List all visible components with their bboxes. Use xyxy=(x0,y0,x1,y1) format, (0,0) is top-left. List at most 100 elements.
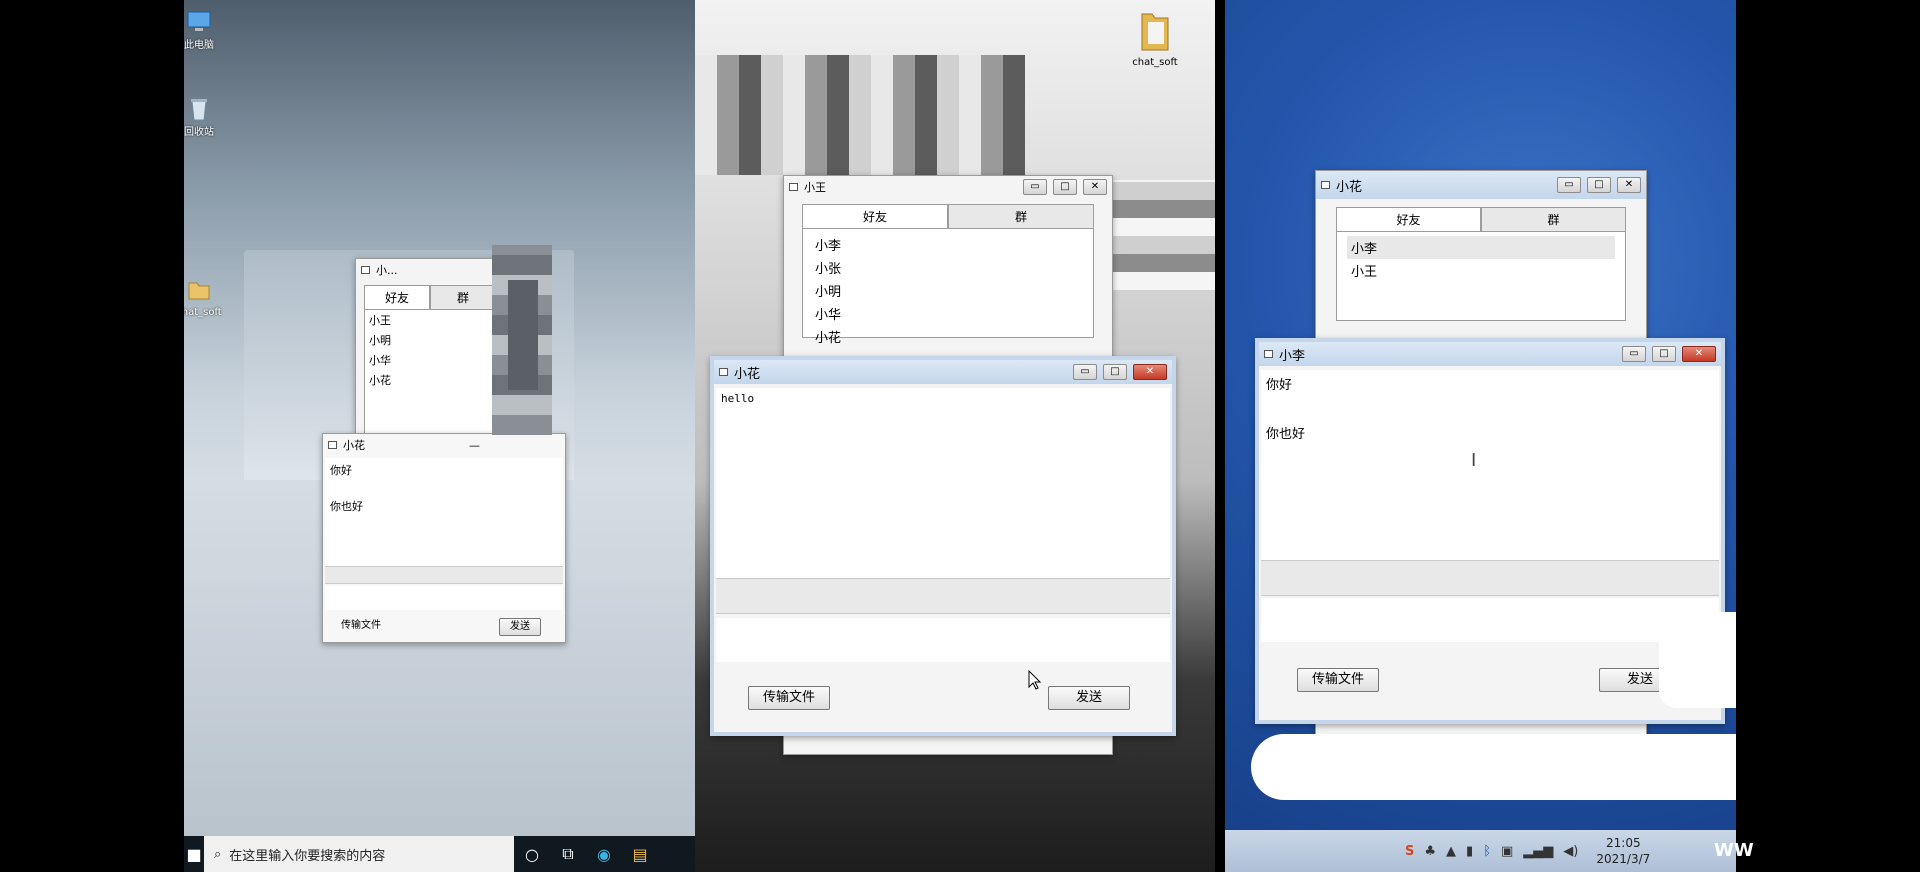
desktop-icon-label: 回收站 xyxy=(184,127,214,138)
title-bar[interactable]: 小花 ▭ □ ✕ xyxy=(1316,171,1646,199)
window-title: 小王 xyxy=(804,181,826,194)
input-divider xyxy=(716,578,1170,614)
window-title: 小花 xyxy=(343,439,365,452)
tab-friends[interactable]: 好友 xyxy=(1336,207,1481,231)
maximize-icon[interactable]: □ xyxy=(1652,346,1676,362)
bluetooth-icon[interactable]: ᛒ xyxy=(1483,844,1491,859)
tab-groups[interactable]: 群 xyxy=(430,285,496,309)
pixelated-censor xyxy=(695,55,1025,175)
desktop-icon-chat-soft[interactable]: chat_soft xyxy=(184,276,234,319)
pixelated-censor xyxy=(1100,180,1215,290)
file-explorer-icon[interactable]: ▤ xyxy=(622,836,658,872)
search-icon: ⌕ xyxy=(214,846,222,862)
title-bar[interactable]: 小王 ▭ □ ✕ xyxy=(784,176,1112,198)
transfer-file-button[interactable]: 传输文件 xyxy=(748,686,830,710)
maximize-icon[interactable]: □ xyxy=(1103,364,1127,380)
chat-window[interactable]: 小李 ▭ □ ✕ 你好 你也好 I 传输文件 发送 xyxy=(1255,338,1725,724)
maximize-icon[interactable]: □ xyxy=(1053,179,1077,195)
network-icon[interactable]: ▂▄▆ xyxy=(1523,844,1553,859)
message-input[interactable] xyxy=(325,586,563,610)
pixelated-censor xyxy=(508,280,538,390)
app-icon xyxy=(719,368,728,376)
app-icon xyxy=(1264,350,1273,358)
tray-app-icon[interactable]: ▮ xyxy=(1466,844,1473,859)
close-icon[interactable]: ✕ xyxy=(1133,364,1167,380)
volume-icon[interactable]: ◀) xyxy=(1563,844,1578,859)
message-text: 你也好 xyxy=(1266,427,1306,442)
message-area: 你好 你也好 xyxy=(325,458,563,566)
minimize-icon[interactable]: — xyxy=(469,439,480,452)
desktop-icon-label: chat_soft xyxy=(1132,57,1178,68)
transfer-file-button[interactable]: 传输文件 xyxy=(335,618,387,636)
minimize-icon[interactable]: ▭ xyxy=(1622,346,1646,362)
list-item[interactable]: 小王 xyxy=(365,310,495,330)
friend-list[interactable]: 小李 小王 xyxy=(1336,231,1626,321)
tab-groups[interactable]: 群 xyxy=(948,204,1094,228)
title-bar[interactable]: 小花 — xyxy=(323,434,565,456)
minimize-icon[interactable]: ▭ xyxy=(1557,177,1581,193)
list-item[interactable]: 小李 xyxy=(811,233,1085,256)
title-bar[interactable]: 小花 ▭ □ ✕ xyxy=(714,360,1172,384)
sogou-icon[interactable]: S xyxy=(1405,844,1414,859)
edge-icon[interactable]: ◉ xyxy=(586,836,622,872)
close-icon[interactable]: ✕ xyxy=(1682,346,1716,362)
censor-blob xyxy=(1659,612,1736,708)
friend-list[interactable]: 小王 小明 小华 小花 xyxy=(364,309,496,439)
chat-window[interactable]: 小花 — 你好 你也好 传输文件 发送 xyxy=(322,433,566,643)
search-placeholder: 在这里输入你要搜索的内容 xyxy=(229,848,386,864)
tray-app-icon[interactable]: ▣ xyxy=(1501,844,1513,859)
minimize-icon[interactable]: ▭ xyxy=(1023,179,1047,195)
clock-time: 21:05 xyxy=(1606,836,1641,850)
list-item[interactable]: 小华 xyxy=(811,302,1085,325)
input-divider xyxy=(325,566,563,584)
tray-app-icon[interactable]: ♣ xyxy=(1424,844,1436,859)
cursor-icon xyxy=(1028,670,1042,690)
desktop-icon-recycle-bin[interactable]: 回收站 xyxy=(184,95,234,139)
list-item[interactable]: 小王 xyxy=(1347,259,1615,282)
tab-friends[interactable]: 好友 xyxy=(364,285,430,309)
friend-list-window[interactable]: 小... 好友 群 小王 小明 小华 小花 xyxy=(355,258,505,458)
list-item[interactable]: 小华 xyxy=(365,350,495,370)
list-item[interactable]: 小花 xyxy=(365,370,495,390)
close-icon[interactable]: ✕ xyxy=(1083,179,1107,195)
start-icon[interactable]: ■ xyxy=(184,836,204,872)
message-input[interactable] xyxy=(716,618,1170,662)
search-box[interactable]: ⌕ 在这里输入你要搜索的内容 xyxy=(204,836,514,872)
message-text: 你好 xyxy=(330,464,352,477)
send-button[interactable]: 发送 xyxy=(499,618,541,636)
censor-blob xyxy=(1251,734,1736,800)
desktop-icon-this-pc[interactable]: 此电脑 xyxy=(184,8,234,52)
send-button[interactable]: 发送 xyxy=(1048,686,1130,710)
app-icon xyxy=(328,441,337,449)
list-item[interactable]: 小李 xyxy=(1347,236,1615,259)
tray-app-icon[interactable]: ▲ xyxy=(1446,844,1456,859)
message-input[interactable] xyxy=(1261,598,1719,642)
window-title: 小... xyxy=(376,264,398,277)
panel-win7-desktop: 小花 ▭ □ ✕ 好友 群 小李 小王 小李 ▭ □ ✕ 你好 你也好 I 传输… xyxy=(1225,0,1736,872)
list-item[interactable]: 小明 xyxy=(811,279,1085,302)
transfer-file-button[interactable]: 传输文件 xyxy=(1297,668,1379,692)
clock[interactable]: 21:05 2021/3/7 xyxy=(1596,835,1650,867)
title-bar[interactable]: 小李 ▭ □ ✕ xyxy=(1259,342,1721,366)
taskbar: ■ ⌕ 在这里输入你要搜索的内容 ○ ⧉ ◉ ▤ xyxy=(184,836,695,872)
window-title: 小李 xyxy=(1279,348,1306,364)
maximize-icon[interactable]: □ xyxy=(1587,177,1611,193)
cortana-icon[interactable]: ○ xyxy=(514,836,550,872)
message-area: 你好 你也好 I xyxy=(1261,370,1719,560)
computer-icon xyxy=(187,11,211,31)
list-item[interactable]: 小张 xyxy=(811,256,1085,279)
list-item[interactable]: 小明 xyxy=(365,330,495,350)
list-item[interactable]: 小花 xyxy=(811,325,1085,348)
chat-window[interactable]: 小花 ▭ □ ✕ hello 传输文件 发送 xyxy=(710,356,1176,736)
system-tray: S ♣ ▲ ▮ ᛒ ▣ ▂▄▆ ◀) xyxy=(1405,844,1578,859)
tab-friends[interactable]: 好友 xyxy=(802,204,948,228)
task-view-icon[interactable]: ⧉ xyxy=(550,836,586,872)
friend-list[interactable]: 小李 小张 小明 小华 小花 xyxy=(802,228,1094,346)
title-bar[interactable]: 小... xyxy=(356,259,504,281)
close-icon[interactable]: ✕ xyxy=(1617,177,1641,193)
watermark-text: WW xyxy=(1714,840,1754,861)
tab-groups[interactable]: 群 xyxy=(1481,207,1626,231)
desktop-icon-chat-soft[interactable]: chat_soft xyxy=(1120,8,1190,69)
minimize-icon[interactable]: ▭ xyxy=(1073,364,1097,380)
folder-icon xyxy=(1141,13,1169,51)
